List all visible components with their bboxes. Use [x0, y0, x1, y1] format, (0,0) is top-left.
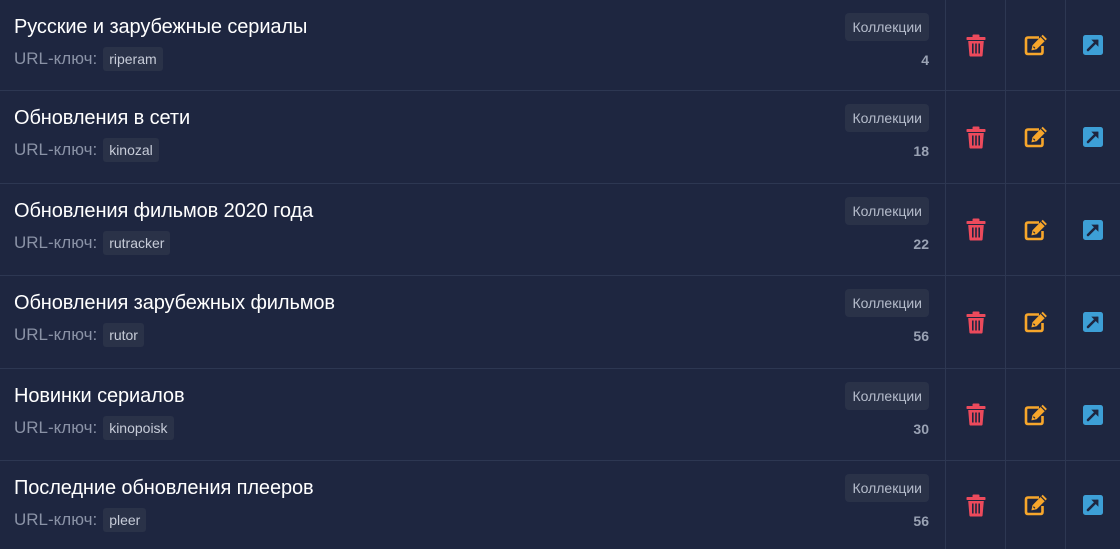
- url-key-value: rutor: [103, 323, 144, 347]
- edit-icon: [1024, 126, 1047, 148]
- url-key-label: URL-ключ:: [14, 510, 98, 529]
- url-key-value: rutracker: [103, 231, 171, 255]
- list-item-info: Обновления зарубежных фильмов URL-ключ: …: [0, 276, 946, 368]
- url-key-label: URL-ключ:: [14, 233, 98, 252]
- open-link-button[interactable]: [1066, 91, 1120, 183]
- list-item: Обновления зарубежных фильмов URL-ключ: …: [0, 276, 1120, 369]
- trash-icon: [966, 34, 985, 56]
- collections-badge: Коллекции: [845, 104, 929, 132]
- list-item-info: Русские и зарубежные сериалы URL-ключ: r…: [0, 0, 946, 90]
- edit-icon: [1024, 34, 1047, 56]
- list-item-info: Новинки сериалов URL-ключ: kinopoisk Кол…: [0, 369, 946, 460]
- item-title: Обновления зарубежных фильмов: [14, 292, 335, 314]
- item-title: Русские и зарубежные сериалы: [14, 16, 308, 38]
- url-key-label: URL-ключ:: [14, 140, 98, 159]
- item-title: Последние обновления плееров: [14, 477, 314, 499]
- external-link-icon: [1083, 127, 1103, 147]
- edit-icon: [1024, 311, 1047, 333]
- edit-icon: [1024, 404, 1047, 425]
- collections-badge: Коллекции: [845, 289, 929, 317]
- external-link-icon: [1083, 404, 1103, 425]
- list-item: Обновления в сети URL-ключ: kinozal Колл…: [0, 91, 1120, 184]
- collections-badge: Коллекции: [845, 474, 929, 502]
- url-key-line: URL-ключ: riperam: [14, 47, 163, 71]
- delete-button[interactable]: [946, 461, 1006, 549]
- trash-icon: [966, 311, 985, 333]
- delete-button[interactable]: [946, 276, 1006, 368]
- collections-list: Русские и зарубежные сериалы URL-ключ: r…: [0, 0, 1120, 549]
- list-item: Новинки сериалов URL-ключ: kinopoisk Кол…: [0, 369, 1120, 461]
- trash-icon: [966, 218, 985, 241]
- edit-icon: [1024, 219, 1047, 240]
- delete-button[interactable]: [946, 369, 1006, 460]
- edit-button[interactable]: [1006, 461, 1066, 549]
- url-key-line: URL-ключ: pleer: [14, 508, 147, 532]
- url-key-line: URL-ключ: kinozal: [14, 138, 159, 162]
- collections-badge: Коллекции: [845, 382, 929, 410]
- external-link-icon: [1083, 35, 1103, 55]
- item-count: 30: [913, 421, 929, 437]
- item-title: Новинки сериалов: [14, 385, 185, 407]
- url-key-label: URL-ключ:: [14, 418, 98, 437]
- edit-button[interactable]: [1006, 276, 1066, 368]
- open-link-button[interactable]: [1066, 0, 1120, 90]
- trash-icon: [966, 403, 985, 426]
- item-count: 56: [913, 513, 929, 529]
- list-item-info: Обновления в сети URL-ключ: kinozal Колл…: [0, 91, 946, 183]
- url-key-label: URL-ключ:: [14, 49, 98, 68]
- list-item: Русские и зарубежные сериалы URL-ключ: r…: [0, 0, 1120, 91]
- open-link-button[interactable]: [1066, 276, 1120, 368]
- item-count: 18: [913, 143, 929, 159]
- url-key-line: URL-ключ: rutor: [14, 323, 144, 347]
- url-key-value: riperam: [103, 47, 163, 71]
- url-key-label: URL-ключ:: [14, 325, 98, 344]
- trash-icon: [966, 494, 985, 516]
- edit-icon: [1024, 494, 1047, 516]
- url-key-line: URL-ключ: rutracker: [14, 231, 171, 255]
- list-item: Последние обновления плееров URL-ключ: p…: [0, 461, 1120, 549]
- item-count: 22: [913, 236, 929, 252]
- item-count: 4: [921, 52, 929, 68]
- edit-button[interactable]: [1006, 91, 1066, 183]
- url-key-value: pleer: [103, 508, 147, 532]
- delete-button[interactable]: [946, 0, 1006, 90]
- open-link-button[interactable]: [1066, 461, 1120, 549]
- external-link-icon: [1083, 495, 1103, 515]
- item-count: 56: [913, 328, 929, 344]
- list-item-info: Последние обновления плееров URL-ключ: p…: [0, 461, 946, 549]
- delete-button[interactable]: [946, 184, 1006, 275]
- external-link-icon: [1083, 312, 1103, 332]
- edit-button[interactable]: [1006, 0, 1066, 90]
- external-link-icon: [1083, 219, 1103, 240]
- edit-button[interactable]: [1006, 184, 1066, 275]
- list-item-info: Обновления фильмов 2020 года URL-ключ: r…: [0, 184, 946, 275]
- item-title: Обновления фильмов 2020 года: [14, 200, 314, 222]
- collections-badge: Коллекции: [845, 13, 929, 41]
- collections-badge: Коллекции: [845, 197, 929, 225]
- open-link-button[interactable]: [1066, 184, 1120, 275]
- url-key-value: kinopoisk: [103, 416, 174, 440]
- url-key-value: kinozal: [103, 138, 159, 162]
- delete-button[interactable]: [946, 91, 1006, 183]
- trash-icon: [966, 126, 985, 148]
- list-item: Обновления фильмов 2020 года URL-ключ: r…: [0, 184, 1120, 276]
- edit-button[interactable]: [1006, 369, 1066, 460]
- open-link-button[interactable]: [1066, 369, 1120, 460]
- url-key-line: URL-ключ: kinopoisk: [14, 416, 174, 440]
- item-title: Обновления в сети: [14, 107, 191, 129]
